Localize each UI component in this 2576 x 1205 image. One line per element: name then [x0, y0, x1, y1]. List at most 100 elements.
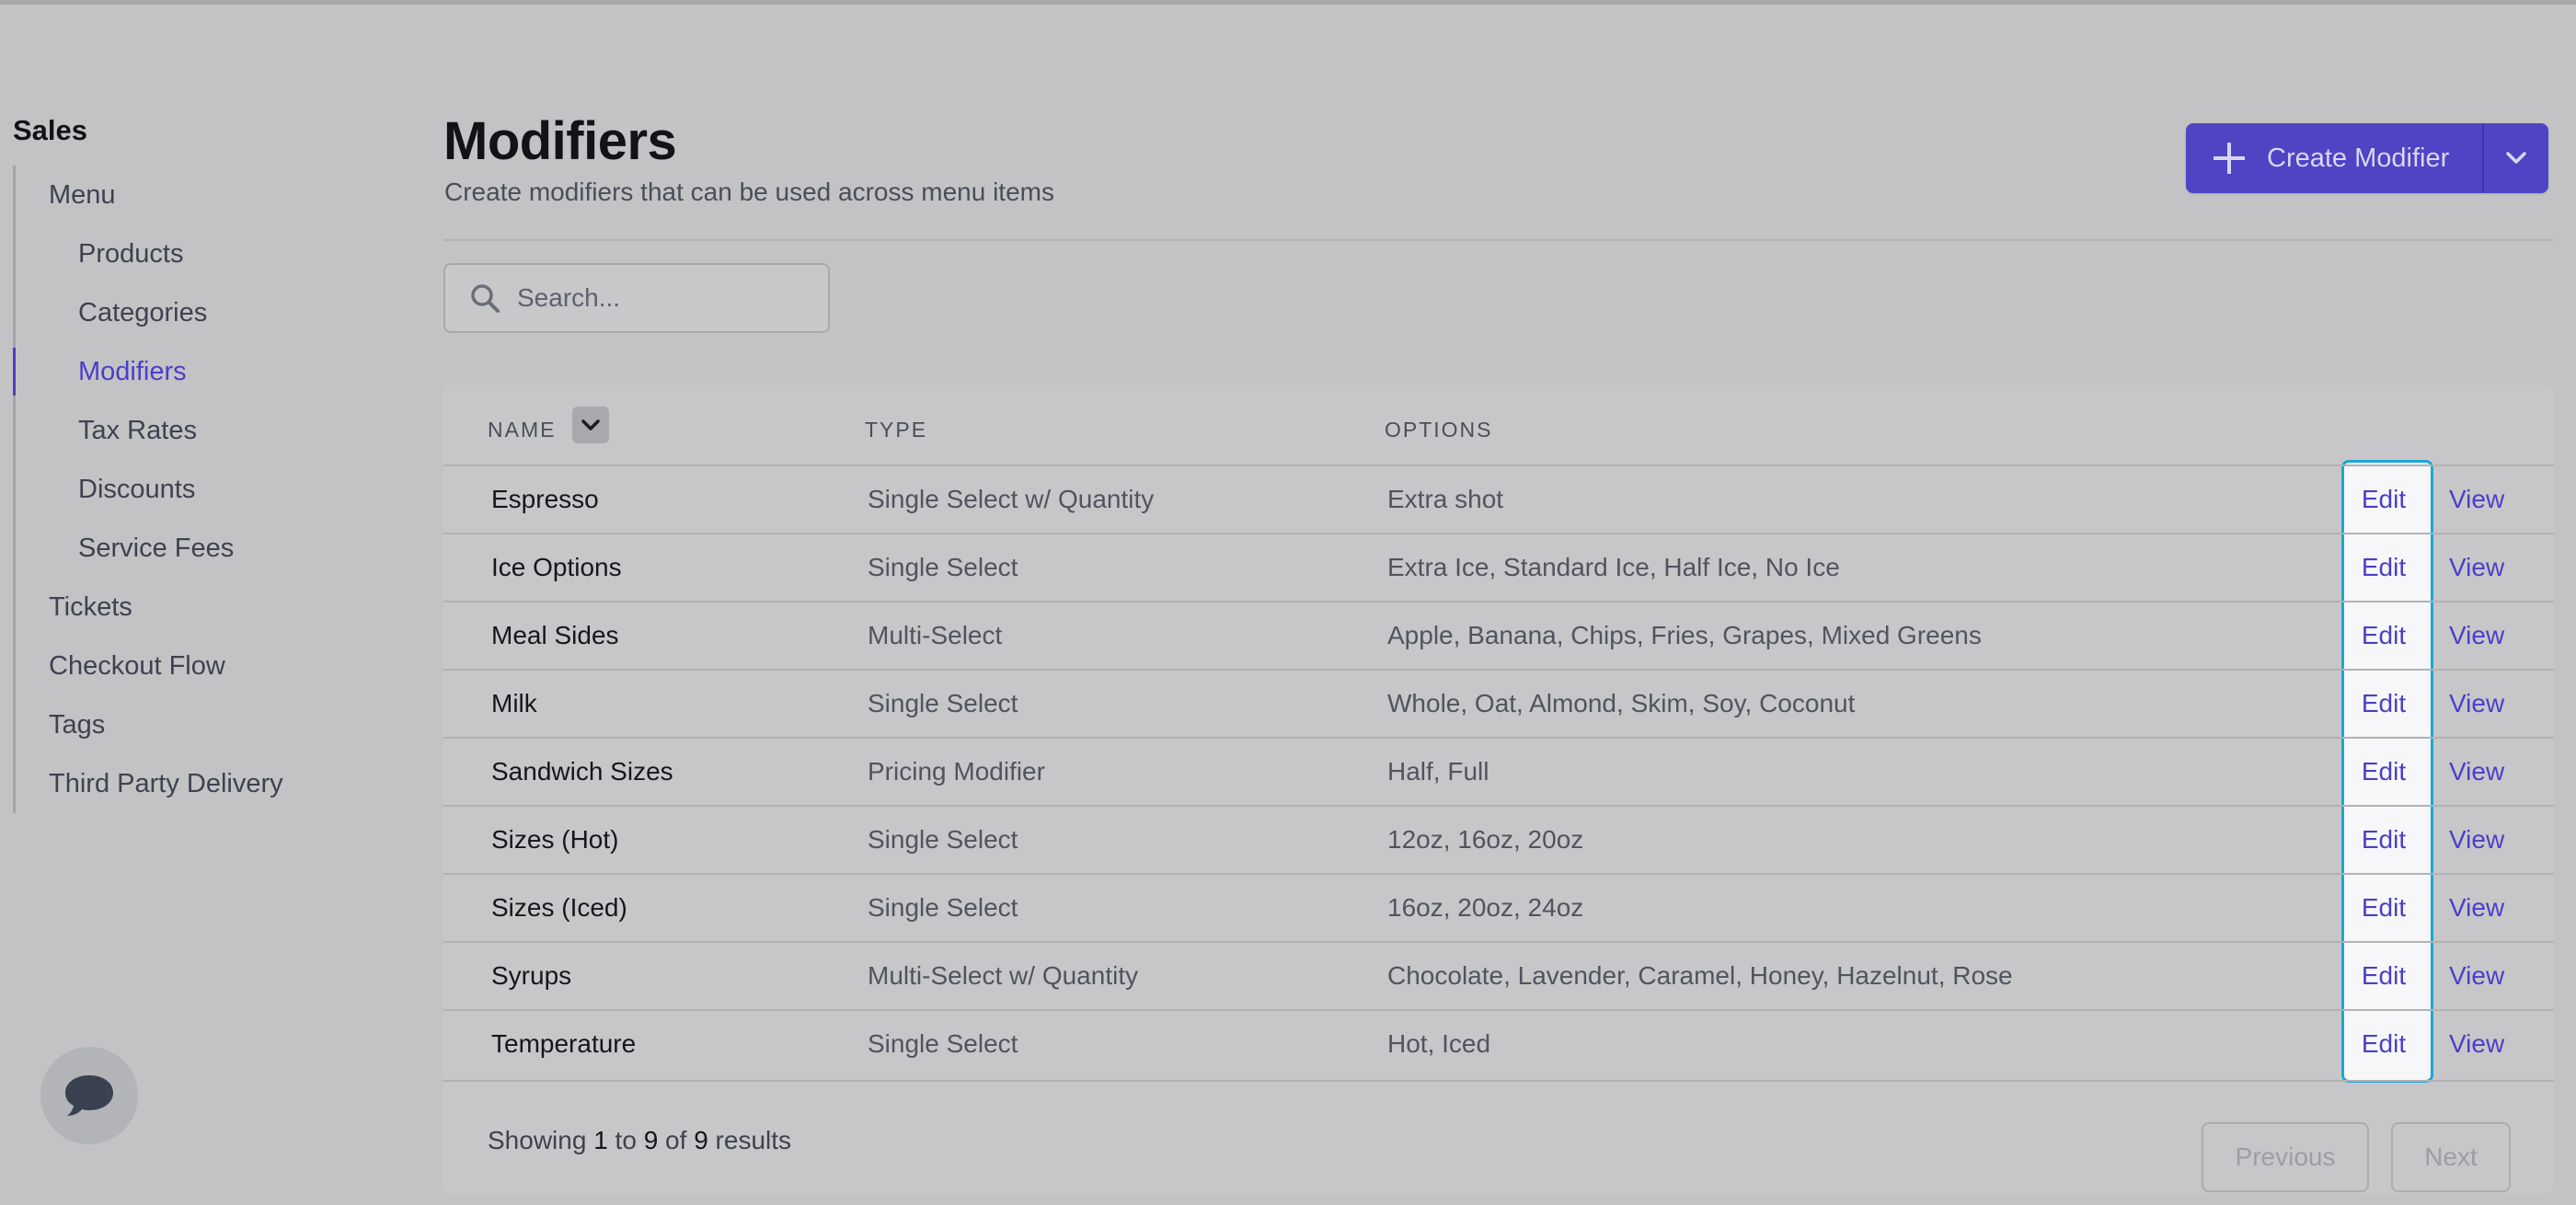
- results-of-word: of: [665, 1126, 687, 1154]
- view-link[interactable]: View: [2449, 807, 2504, 873]
- chat-button[interactable]: [40, 1047, 138, 1144]
- previous-page-button[interactable]: Previous: [2202, 1122, 2369, 1192]
- row-name: Meal Sides: [491, 621, 619, 649]
- view-link[interactable]: View: [2449, 875, 2504, 941]
- table-row: Meal Sides Multi-Select Apple, Banana, C…: [443, 601, 2554, 669]
- row-type: Single Select: [868, 689, 1018, 717]
- edit-link[interactable]: Edit: [2360, 943, 2408, 1009]
- row-type: Multi-Select w/ Quantity: [868, 961, 1139, 990]
- edit-link[interactable]: Edit: [2360, 466, 2408, 533]
- sidebar-item-modifiers[interactable]: Modifiers: [13, 342, 399, 401]
- row-options: Hot, Iced: [1387, 1029, 1491, 1058]
- results-prefix: Showing: [488, 1126, 587, 1154]
- view-link[interactable]: View: [2449, 1011, 2504, 1077]
- row-name: Espresso: [491, 485, 599, 513]
- search-icon: [471, 284, 500, 313]
- sidebar-item-tags[interactable]: Tags: [16, 695, 399, 754]
- page-title: Modifiers: [443, 111, 677, 171]
- view-link[interactable]: View: [2449, 466, 2504, 533]
- sidebar-item-tax-rates[interactable]: Tax Rates: [16, 401, 399, 460]
- row-type: Single Select w/ Quantity: [868, 485, 1155, 513]
- edit-link[interactable]: Edit: [2360, 1011, 2408, 1077]
- sort-name-button[interactable]: [572, 407, 609, 443]
- modifiers-table-card: NAME TYPE OPTIONS Espresso Single Select…: [443, 384, 2554, 1194]
- row-type: Single Select: [868, 893, 1018, 922]
- row-name: Sandwich Sizes: [491, 757, 673, 786]
- row-type: Single Select: [868, 1029, 1018, 1058]
- row-type: Single Select: [868, 553, 1018, 581]
- row-name: Sizes (Iced): [491, 893, 627, 922]
- table-row: Syrups Multi-Select w/ Quantity Chocolat…: [443, 941, 2554, 1009]
- create-modifier-button[interactable]: Create Modifier: [2186, 123, 2485, 193]
- row-options: 16oz, 20oz, 24oz: [1387, 893, 1584, 922]
- row-options: Extra shot: [1387, 485, 1504, 513]
- results-total: 9: [694, 1126, 708, 1154]
- create-modifier-split-button: Create Modifier: [2186, 123, 2549, 193]
- sidebar-item-discounts[interactable]: Discounts: [16, 460, 399, 519]
- row-options: Extra Ice, Standard Ice, Half Ice, No Ic…: [1387, 553, 1840, 581]
- row-options: Apple, Banana, Chips, Fries, Grapes, Mix…: [1387, 621, 1982, 649]
- edit-link[interactable]: Edit: [2360, 534, 2408, 601]
- row-type: Multi-Select: [868, 621, 1003, 649]
- table-row: Sandwich Sizes Pricing Modifier Half, Fu…: [443, 737, 2554, 805]
- view-link[interactable]: View: [2449, 671, 2504, 737]
- results-suffix: results: [715, 1126, 792, 1154]
- create-options-dropdown-button[interactable]: [2484, 123, 2548, 193]
- sidebar-item-menu[interactable]: Menu: [16, 166, 399, 224]
- sidebar-title: Sales: [13, 114, 88, 146]
- edit-link[interactable]: Edit: [2360, 602, 2408, 669]
- results-from: 1: [593, 1126, 608, 1154]
- create-modifier-label: Create Modifier: [2267, 143, 2450, 173]
- sidebar-item-checkout-flow[interactable]: Checkout Flow: [16, 637, 399, 695]
- view-link[interactable]: View: [2449, 534, 2504, 601]
- view-link[interactable]: View: [2449, 943, 2504, 1009]
- sidebar-item-products[interactable]: Products: [16, 224, 399, 283]
- results-to-word: to: [615, 1126, 637, 1154]
- results-summary: Showing 1 to 9 of 9 results: [488, 1126, 791, 1155]
- row-name: Milk: [491, 689, 537, 717]
- row-options: 12oz, 16oz, 20oz: [1387, 825, 1584, 854]
- sidebar-nav: Menu Products Categories Modifiers Tax R…: [13, 166, 399, 813]
- row-options: Half, Full: [1387, 757, 1489, 786]
- sidebar: Sales Menu Products Categories Modifiers…: [13, 114, 399, 813]
- results-to: 9: [643, 1126, 659, 1154]
- edit-link[interactable]: Edit: [2360, 739, 2408, 805]
- table-header: NAME TYPE OPTIONS: [443, 384, 2554, 465]
- row-type: Single Select: [868, 825, 1018, 854]
- plus-icon: [2214, 143, 2245, 174]
- column-header-type: TYPE: [865, 418, 928, 442]
- row-name: Syrups: [491, 961, 572, 990]
- row-type: Pricing Modifier: [868, 757, 1045, 786]
- column-header-name[interactable]: NAME: [488, 418, 556, 442]
- row-name: Temperature: [491, 1029, 637, 1058]
- row-name: Ice Options: [491, 553, 622, 581]
- edit-link[interactable]: Edit: [2360, 807, 2408, 873]
- table-row: Ice Options Single Select Extra Ice, Sta…: [443, 533, 2554, 601]
- header-divider: [443, 239, 2554, 241]
- sidebar-item-tickets[interactable]: Tickets: [16, 578, 399, 637]
- edit-link[interactable]: Edit: [2360, 671, 2408, 737]
- chevron-down-icon: [581, 419, 600, 430]
- table-row: Sizes (Hot) Single Select 12oz, 16oz, 20…: [443, 805, 2554, 873]
- table-footer: Showing 1 to 9 of 9 results Previous Nex…: [443, 1080, 2554, 1194]
- table-row: Sizes (Iced) Single Select 16oz, 20oz, 2…: [443, 873, 2554, 941]
- sidebar-item-third-party-delivery[interactable]: Third Party Delivery: [16, 754, 399, 813]
- sidebar-item-service-fees[interactable]: Service Fees: [16, 519, 399, 578]
- view-link[interactable]: View: [2449, 602, 2504, 669]
- top-border: [0, 0, 2576, 5]
- search-input[interactable]: [517, 283, 793, 313]
- page-subtitle: Create modifiers that can be used across…: [444, 178, 1054, 206]
- chat-bubble-icon: [65, 1075, 113, 1116]
- row-name: Sizes (Hot): [491, 825, 619, 854]
- row-options: Chocolate, Lavender, Caramel, Honey, Haz…: [1387, 961, 2013, 990]
- edit-link[interactable]: Edit: [2360, 875, 2408, 941]
- sidebar-item-categories[interactable]: Categories: [16, 283, 399, 342]
- chevron-down-icon: [2506, 152, 2526, 164]
- table-row: Milk Single Select Whole, Oat, Almond, S…: [443, 669, 2554, 737]
- column-header-options: OPTIONS: [1385, 418, 1493, 442]
- table-row: Temperature Single Select Hot, Iced Edit…: [443, 1009, 2554, 1077]
- view-link[interactable]: View: [2449, 739, 2504, 805]
- search-field: [443, 263, 830, 333]
- next-page-button[interactable]: Next: [2391, 1122, 2511, 1192]
- row-options: Whole, Oat, Almond, Skim, Soy, Coconut: [1387, 689, 1856, 717]
